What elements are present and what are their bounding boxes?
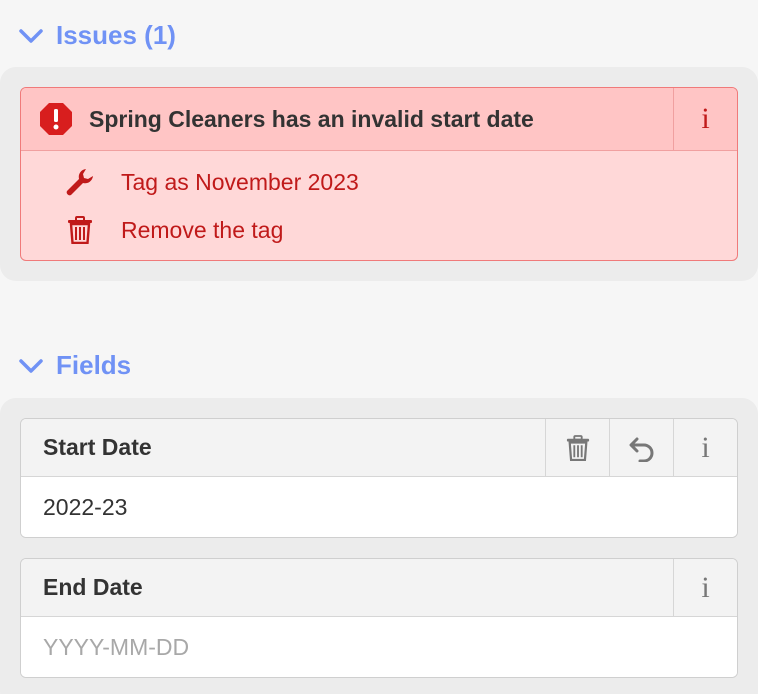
fields-panel: Start Date i 2022-23 End Date i YYYY-MM-…: [0, 398, 758, 694]
issue-title: Spring Cleaners has an invalid start dat…: [89, 105, 534, 132]
fix-remove-the-tag[interactable]: Remove the tag: [21, 206, 737, 254]
field-info-button[interactable]: i: [673, 559, 737, 616]
field-end-date: End Date i: [20, 558, 738, 678]
fields-section-toggle[interactable]: Fields: [18, 350, 131, 381]
chevron-down-icon: [19, 358, 43, 373]
chevron-down-icon: [19, 28, 43, 43]
fix-tag-as-november-2023[interactable]: Tag as November 2023: [21, 158, 737, 206]
trash-icon: [566, 434, 589, 461]
fields-section-title: Fields: [56, 350, 132, 380]
info-icon: i: [701, 102, 710, 135]
trash-icon: [63, 213, 97, 247]
field-info-button[interactable]: i: [673, 419, 737, 476]
alert-octagon-icon: [40, 103, 72, 135]
field-label: Start Date: [43, 434, 152, 460]
field-label: End Date: [43, 574, 143, 600]
issues-section-toggle[interactable]: Issues (1): [18, 20, 176, 51]
field-start-date: Start Date i 2022-23: [20, 418, 738, 538]
info-icon: i: [701, 570, 710, 604]
info-icon: i: [701, 430, 710, 464]
field-header: End Date i: [21, 559, 737, 617]
undo-icon: [629, 437, 653, 462]
issues-panel: Spring Cleaners has an invalid start dat…: [0, 67, 758, 281]
issues-section-title: Issues (1): [56, 20, 176, 50]
field-header: Start Date i: [21, 419, 737, 477]
delete-field-button[interactable]: [545, 419, 609, 476]
issue-card: Spring Cleaners has an invalid start dat…: [20, 87, 738, 261]
issue-info-button[interactable]: i: [673, 88, 737, 150]
revert-field-button[interactable]: [609, 419, 673, 476]
issue-header: Spring Cleaners has an invalid start dat…: [21, 88, 737, 151]
end-date-input[interactable]: [21, 617, 737, 677]
start-date-input[interactable]: [21, 477, 737, 537]
wrench-icon: [63, 165, 97, 199]
fix-action-label: Tag as November 2023: [121, 168, 359, 195]
fix-action-label: Remove the tag: [121, 216, 284, 243]
